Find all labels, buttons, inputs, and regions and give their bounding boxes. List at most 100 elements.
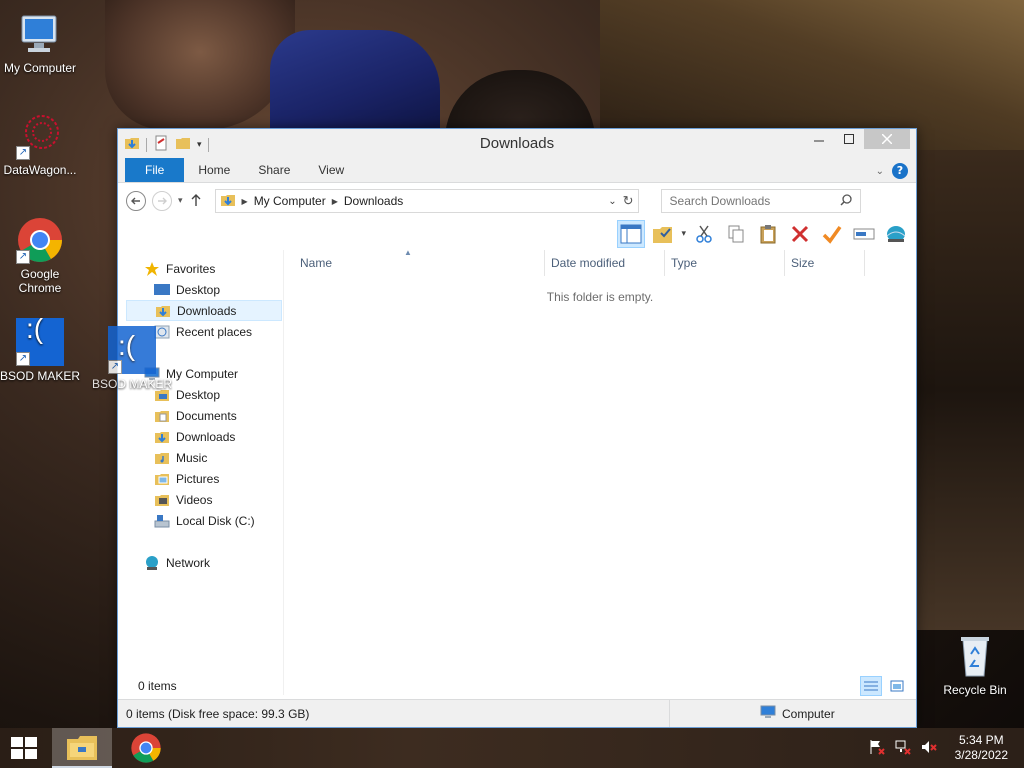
breadcrumb-my-computer[interactable]: My Computer bbox=[254, 194, 326, 208]
nav-computer-videos[interactable]: Videos bbox=[118, 489, 283, 510]
start-button[interactable] bbox=[0, 728, 48, 768]
breadcrumb-arrow-icon[interactable]: ▶ bbox=[242, 197, 248, 206]
action-center-flag-icon[interactable] bbox=[869, 739, 885, 758]
tab-file[interactable]: File bbox=[125, 158, 185, 182]
navigation-bar: ▾ ▶ My Computer ▶ Downloads ⌄ ↻ bbox=[118, 183, 916, 219]
window-content: Favorites Desktop Downloads Recent place… bbox=[118, 248, 916, 695]
address-bar[interactable]: ▶ My Computer ▶ Downloads ⌄ ↻ bbox=[214, 189, 639, 213]
recent-locations-icon[interactable]: ▾ bbox=[178, 196, 183, 206]
address-dropdown-icon[interactable]: ⌄ bbox=[608, 196, 616, 207]
select-folder-button[interactable] bbox=[649, 220, 677, 248]
preview-pane-button[interactable] bbox=[617, 220, 646, 248]
nav-favorites-desktop[interactable]: Desktop bbox=[118, 279, 283, 300]
column-header-type[interactable]: Type bbox=[665, 250, 785, 276]
select-dropdown-icon[interactable]: ▾ bbox=[681, 229, 686, 239]
column-header-size[interactable]: Size bbox=[785, 250, 865, 276]
downloads-folder-icon bbox=[220, 192, 236, 211]
windows-logo-icon bbox=[11, 737, 37, 759]
view-toggle-buttons bbox=[860, 676, 908, 696]
wallpaper-figure-left bbox=[105, 0, 295, 130]
nav-computer-music[interactable]: Music bbox=[118, 447, 283, 468]
breadcrumb-arrow-icon[interactable]: ▶ bbox=[332, 197, 338, 206]
downloads-folder-icon bbox=[155, 303, 171, 319]
minimize-button[interactable] bbox=[804, 129, 834, 149]
nav-item-label: Documents bbox=[176, 408, 237, 423]
taskbar-google-chrome[interactable] bbox=[116, 728, 176, 768]
delete-button[interactable] bbox=[786, 220, 814, 248]
desktop-icon-my-computer[interactable]: My Computer bbox=[0, 10, 80, 75]
breadcrumb-downloads[interactable]: Downloads bbox=[344, 194, 403, 208]
column-header-date-modified[interactable]: Date modified bbox=[545, 250, 665, 276]
forward-button[interactable] bbox=[152, 191, 172, 211]
nav-favorites-downloads[interactable]: Downloads bbox=[126, 300, 282, 321]
command-toolbar: ▾ bbox=[118, 219, 916, 249]
nav-computer-documents[interactable]: Documents bbox=[118, 405, 283, 426]
search-icon[interactable] bbox=[840, 193, 852, 209]
file-explorer-icon bbox=[67, 736, 97, 760]
nav-item-label: Recent places bbox=[176, 324, 253, 339]
taskbar: 5:34 PM 3/28/2022 bbox=[0, 728, 1024, 768]
cut-button[interactable] bbox=[690, 220, 718, 248]
chrome-icon bbox=[131, 733, 161, 763]
network-icon bbox=[144, 555, 160, 571]
volume-muted-icon[interactable] bbox=[921, 739, 937, 758]
desktop-icon-recycle-bin[interactable]: Recycle Bin bbox=[935, 632, 1015, 697]
refresh-icon[interactable]: ↻ bbox=[623, 193, 634, 209]
nav-item-label: Downloads bbox=[177, 303, 237, 318]
rename-button[interactable] bbox=[850, 220, 878, 248]
explorer-window[interactable]: ▾ Downloads File Home Share View ⌄ ? ▾ ▶… bbox=[117, 128, 917, 728]
nav-my-computer-label: My Computer bbox=[166, 366, 239, 381]
desktop-icon-google-chrome[interactable]: ↗ Google Chrome bbox=[0, 216, 80, 295]
bsod-face-glyph: :( bbox=[26, 313, 44, 344]
title-bar[interactable]: ▾ Downloads bbox=[118, 129, 916, 159]
wallpaper-right-edge bbox=[916, 150, 1024, 630]
tab-view[interactable]: View bbox=[304, 158, 358, 182]
details-view-button[interactable] bbox=[860, 676, 882, 696]
up-arrow-icon[interactable] bbox=[189, 193, 203, 210]
column-header-name[interactable]: Name ▲ bbox=[284, 248, 545, 276]
paste-button[interactable] bbox=[754, 220, 782, 248]
nav-computer-pictures[interactable]: Pictures bbox=[118, 468, 283, 489]
apply-button[interactable] bbox=[818, 220, 846, 248]
bsod-maker-icon: :( ↗ bbox=[108, 326, 156, 374]
bsod-face-glyph: :( bbox=[118, 330, 136, 361]
pictures-folder-icon bbox=[154, 471, 170, 487]
disk-free-status: 0 items (Disk free space: 99.3 GB) bbox=[118, 700, 670, 727]
file-list-pane[interactable]: Name ▲ Date modified Type Size This fold… bbox=[284, 248, 916, 695]
nav-favorites[interactable]: Favorites bbox=[118, 258, 283, 279]
column-headers: Name ▲ Date modified Type Size bbox=[284, 248, 916, 276]
desktop-icon-datawagon[interactable]: ↗ DataWagon... bbox=[0, 112, 80, 177]
desktop-icon-label: Google Chrome bbox=[18, 267, 62, 295]
desktop-icon-bsod-maker[interactable]: :( ↗ BSOD MAKER bbox=[0, 313, 80, 384]
copy-button[interactable] bbox=[722, 220, 750, 248]
search-box[interactable] bbox=[660, 189, 861, 213]
nav-item-label: Pictures bbox=[176, 471, 220, 486]
ribbon-right-controls: ⌄ ? bbox=[876, 163, 908, 179]
network-globe-button[interactable] bbox=[882, 220, 910, 248]
back-button[interactable] bbox=[126, 191, 146, 211]
help-icon[interactable]: ? bbox=[892, 163, 908, 179]
window-controls bbox=[804, 129, 910, 149]
computer-icon bbox=[760, 705, 776, 722]
large-icons-view-button[interactable] bbox=[886, 676, 908, 696]
window-title: Downloads bbox=[479, 135, 555, 152]
maximize-button[interactable] bbox=[834, 129, 864, 149]
nav-computer-local-disk[interactable]: Local Disk (C:) bbox=[118, 510, 283, 531]
nav-favorites-label: Favorites bbox=[166, 261, 216, 276]
network-status-icon[interactable] bbox=[895, 739, 911, 758]
search-input[interactable] bbox=[669, 194, 840, 208]
taskbar-file-explorer[interactable] bbox=[52, 728, 112, 768]
close-button[interactable] bbox=[864, 129, 910, 149]
tab-home[interactable]: Home bbox=[184, 158, 244, 182]
tab-share[interactable]: Share bbox=[244, 158, 304, 182]
desktop-icon-label: Recycle Bin bbox=[943, 683, 1007, 697]
system-tray: 5:34 PM 3/28/2022 bbox=[869, 728, 1024, 768]
system-clock[interactable]: 5:34 PM 3/28/2022 bbox=[955, 733, 1008, 763]
nav-computer-downloads[interactable]: Downloads bbox=[118, 426, 283, 447]
nav-network[interactable]: Network bbox=[118, 552, 283, 573]
star-icon bbox=[144, 261, 160, 277]
desktop-icon bbox=[154, 282, 170, 298]
expand-ribbon-icon[interactable]: ⌄ bbox=[876, 166, 884, 177]
documents-folder-icon bbox=[154, 408, 170, 424]
nav-item-label: Downloads bbox=[176, 429, 236, 444]
